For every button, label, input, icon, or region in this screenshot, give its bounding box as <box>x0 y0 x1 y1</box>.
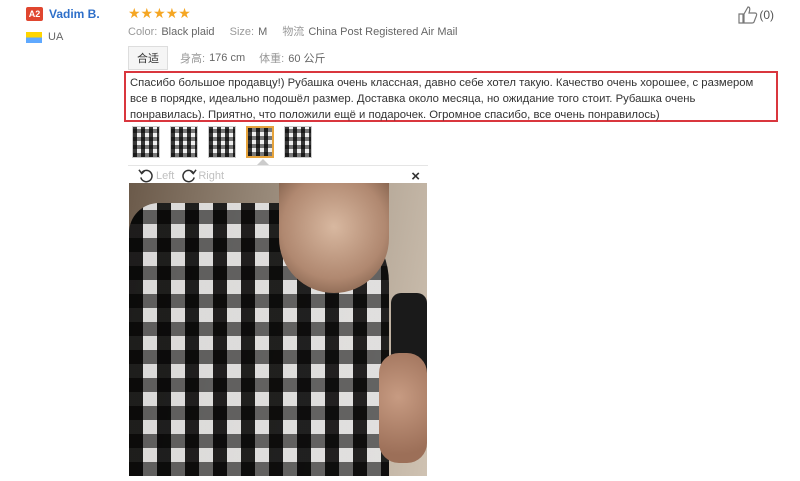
reviewer-country: UA <box>48 31 64 43</box>
reviewer-info: A2 Vadim B. UA <box>26 6 126 43</box>
review-text: Спасибо большое продавцу!) Рубашка очень… <box>124 71 778 122</box>
fit-tag: 合适 <box>128 46 168 70</box>
photo-thumbnail[interactable] <box>208 126 236 158</box>
weight-value: 60 公斤 <box>288 53 326 65</box>
color-value: Black plaid <box>161 26 215 38</box>
shipping-label: 物流 <box>282 26 305 38</box>
thumbs-up-icon[interactable] <box>738 6 758 24</box>
reviewer-name[interactable]: Vadim B. <box>49 7 100 21</box>
height-value: 176 cm <box>209 52 246 64</box>
rotate-right-button[interactable]: Right <box>180 167 224 184</box>
photo-thumbnail[interactable] <box>132 126 160 158</box>
rotate-right-label: Right <box>198 169 225 182</box>
photo-thumbnail-selected[interactable] <box>246 126 274 158</box>
height-label: 身高: <box>180 53 206 65</box>
hand-graphic <box>379 353 427 463</box>
shipping-value: China Post Registered Air Mail <box>308 26 458 38</box>
rotate-right-icon <box>182 169 198 183</box>
review-main: ★★★★★ Color: Black plaid Size: M 物流 China P… <box>128 4 778 70</box>
rotate-left-icon <box>138 169 153 183</box>
ukraine-flag-icon <box>26 31 42 43</box>
face-graphic <box>279 183 389 293</box>
photo-viewer-toolbar: Left Right × <box>128 165 428 185</box>
size-label: Size: <box>229 26 255 38</box>
review-photo <box>129 183 427 476</box>
buyer-level-badge: A2 <box>26 7 43 21</box>
order-meta: Color: Black plaid Size: M 物流 China Post Re… <box>128 24 778 40</box>
fit-info: 合适 身高: 176 cm 体重: 60 公斤 <box>128 46 778 70</box>
star-rating: ★★★★★ <box>128 5 191 21</box>
photo-thumbnail[interactable] <box>284 126 312 158</box>
photo-thumbnails <box>132 126 322 158</box>
photo-thumbnail[interactable] <box>170 126 198 158</box>
helpful-button[interactable]: (0) <box>738 6 774 24</box>
size-value: M <box>258 26 268 38</box>
rotate-left-button[interactable]: Left <box>138 167 174 184</box>
helpful-count: (0) <box>759 8 774 22</box>
rotate-left-label: Left <box>156 169 175 182</box>
weight-label: 体重: <box>259 53 285 65</box>
color-label: Color: <box>128 26 158 38</box>
